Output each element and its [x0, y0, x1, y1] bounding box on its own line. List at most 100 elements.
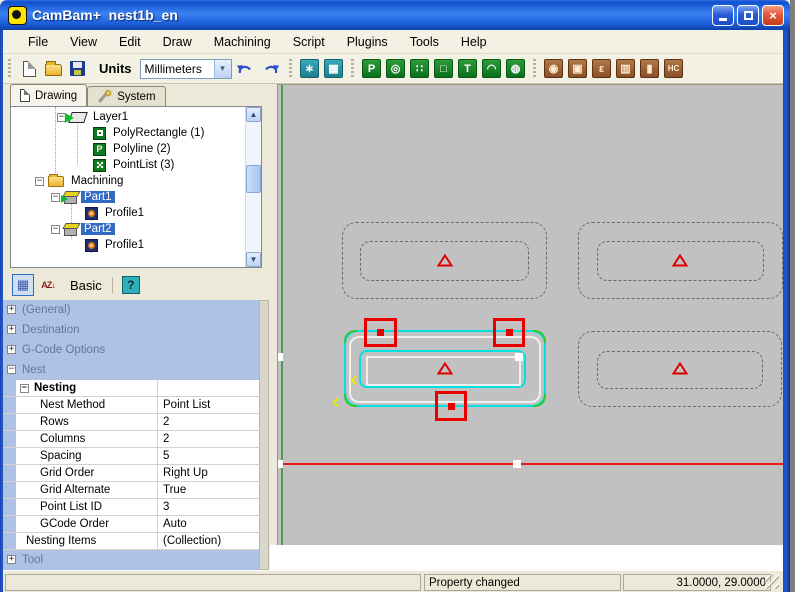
tree-item-label[interactable]: Part1: [81, 191, 115, 203]
category-nest[interactable]: − Nest: [3, 360, 268, 380]
tree-item-pointlist[interactable]: PointList (3): [11, 157, 177, 173]
category-destination[interactable]: + Destination: [3, 320, 268, 340]
scroll-up-icon[interactable]: ▲: [246, 107, 261, 122]
draw-pointlist-button[interactable]: ∷: [409, 58, 431, 80]
minimize-button[interactable]: [712, 5, 734, 26]
property-row-rows[interactable]: Rows 2: [3, 414, 268, 431]
mop-engrave-button[interactable]: ε: [591, 58, 613, 80]
point-frame[interactable]: [364, 318, 397, 347]
collapse-box[interactable]: −: [51, 193, 60, 202]
alphabetical-sort-button[interactable]: AZ↓: [37, 274, 59, 296]
property-value[interactable]: Point List: [158, 397, 268, 413]
tree-item-label[interactable]: Machining: [68, 175, 126, 187]
property-row-columns[interactable]: Columns 2: [3, 431, 268, 448]
property-row-nest-method[interactable]: Nest Method Point List: [3, 397, 268, 414]
property-row-nesting[interactable]: −Nesting: [3, 380, 268, 397]
property-value[interactable]: 2: [158, 431, 268, 447]
tab-system[interactable]: System: [87, 86, 165, 106]
menu-machining[interactable]: Machining: [203, 32, 282, 52]
menu-view[interactable]: View: [59, 32, 108, 52]
maximize-button[interactable]: [737, 5, 759, 26]
toolbar-grip[interactable]: [533, 59, 536, 79]
mop-heightcut-button[interactable]: HC: [663, 58, 685, 80]
toolbar-grip[interactable]: [8, 59, 11, 79]
property-row-spacing[interactable]: Spacing 5: [3, 448, 268, 465]
view-mode-label[interactable]: Basic: [70, 278, 102, 293]
tree-item-label[interactable]: Profile1: [102, 239, 147, 251]
toolbar-grip[interactable]: [351, 59, 354, 79]
undo-button[interactable]: [234, 58, 256, 80]
category-general[interactable]: + (General): [3, 300, 268, 320]
property-row-nesting-items[interactable]: Nesting Items (Collection): [3, 533, 268, 550]
menu-file[interactable]: File: [17, 32, 59, 52]
pointlist-point[interactable]: [277, 460, 283, 468]
menu-script[interactable]: Script: [282, 32, 336, 52]
draw-surface-button[interactable]: ◍: [505, 58, 527, 80]
tree-item-profile1[interactable]: Profile1: [11, 205, 147, 221]
pointlist-point[interactable]: [277, 353, 283, 361]
property-value[interactable]: 2: [158, 414, 268, 430]
expand-box[interactable]: +: [7, 325, 16, 334]
point-frame[interactable]: [493, 318, 525, 347]
category-gcode-options[interactable]: + G-Code Options: [3, 340, 268, 360]
tab-drawing[interactable]: Drawing: [10, 84, 87, 106]
categorized-view-button[interactable]: ▦: [12, 274, 34, 296]
tree-item-label[interactable]: Layer1: [90, 111, 131, 123]
category-tool[interactable]: + Tool: [3, 550, 268, 570]
tree-item-label[interactable]: Polyline (2): [110, 143, 174, 155]
property-row-grid-order[interactable]: Grid Order Right Up: [3, 465, 268, 482]
resize-grip[interactable]: [765, 575, 779, 589]
tree-item-profile2[interactable]: Profile1: [11, 237, 147, 253]
tree-scrollbar[interactable]: ▲ ▼: [245, 107, 261, 267]
mop-lathe-button[interactable]: ▮: [639, 58, 661, 80]
titlebar[interactable]: CamBam+ nest1b_en ×: [0, 0, 790, 30]
draw-arc-button[interactable]: ◠: [481, 58, 503, 80]
tree-item-label[interactable]: PolyRectangle (1): [110, 127, 207, 139]
property-value[interactable]: 3: [158, 499, 268, 515]
draw-rectangle-button[interactable]: □: [433, 58, 455, 80]
tree-item-label[interactable]: Part2: [81, 223, 115, 235]
tree-item-part1[interactable]: − Part1: [11, 189, 115, 205]
menu-help[interactable]: Help: [450, 32, 498, 52]
property-row-point-list-id[interactable]: Point List ID 3: [3, 499, 268, 516]
new-file-button[interactable]: [18, 58, 40, 80]
property-value[interactable]: 5: [158, 448, 268, 464]
save-file-button[interactable]: [66, 58, 88, 80]
tree-item-polyline[interactable]: P Polyline (2): [11, 141, 174, 157]
open-file-button[interactable]: [42, 58, 64, 80]
pointlist-point[interactable]: [515, 353, 523, 361]
expand-box[interactable]: +: [7, 305, 16, 314]
pointlist-point[interactable]: [513, 460, 521, 468]
menu-tools[interactable]: Tools: [399, 32, 450, 52]
chevron-down-icon[interactable]: ▾: [214, 60, 231, 78]
property-row-gcode-order[interactable]: GCode Order Auto: [3, 516, 268, 533]
mop-pocket-button[interactable]: ▣: [567, 58, 589, 80]
menu-plugins[interactable]: Plugins: [336, 32, 399, 52]
tree-item-label[interactable]: PointList (3): [110, 159, 177, 171]
draw-circle-button[interactable]: ◎: [385, 58, 407, 80]
expand-box[interactable]: +: [7, 345, 16, 354]
mop-drill-button[interactable]: ▥: [615, 58, 637, 80]
scrollbar-thumb[interactable]: [246, 165, 261, 193]
mop-profile-button[interactable]: ◉: [543, 58, 565, 80]
grid-toggle-button[interactable]: ▦: [323, 58, 345, 80]
help-button[interactable]: ?: [122, 276, 140, 294]
tree-item-polyrectangle[interactable]: PolyRectangle (1): [11, 125, 207, 141]
expand-box[interactable]: +: [7, 555, 16, 564]
draw-text-button[interactable]: T: [457, 58, 479, 80]
units-combobox[interactable]: Millimeters ▾: [140, 59, 232, 79]
tree-item-layer1[interactable]: − Layer1: [11, 109, 131, 125]
drawing-canvas[interactable]: [277, 84, 783, 545]
close-button[interactable]: ×: [762, 5, 784, 26]
property-value[interactable]: Right Up: [158, 465, 268, 481]
property-row-grid-alternate[interactable]: Grid Alternate True: [3, 482, 268, 499]
point-frame[interactable]: [435, 391, 467, 421]
collapse-box[interactable]: −: [35, 177, 44, 186]
draw-polyline-button[interactable]: P: [361, 58, 383, 80]
property-value[interactable]: True: [158, 482, 268, 498]
expand-box[interactable]: −: [7, 365, 16, 374]
property-scrollbar[interactable]: [259, 300, 269, 570]
snap-points-button[interactable]: ∗: [299, 58, 321, 80]
tree-item-part2[interactable]: − Part2: [11, 221, 115, 237]
redo-button[interactable]: [260, 58, 282, 80]
